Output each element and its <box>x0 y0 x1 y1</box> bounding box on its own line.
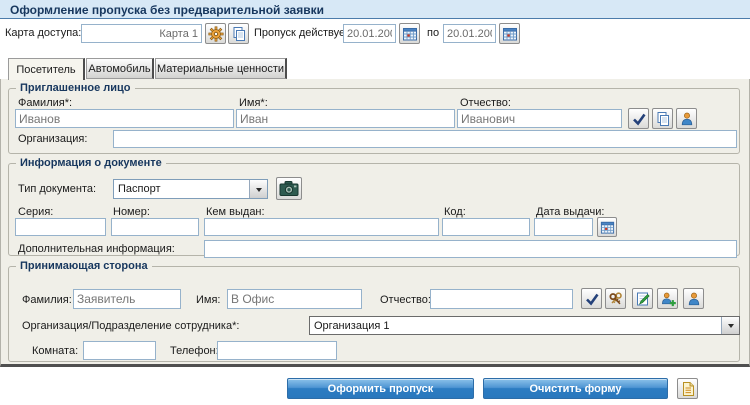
host-organization-select[interactable]: Организация 1 <box>309 316 740 335</box>
issue-pass-button[interactable]: Оформить пропуск <box>287 378 474 399</box>
doc-type-label: Тип документа: <box>18 183 96 196</box>
date-from-input[interactable] <box>343 24 396 43</box>
copy-icon <box>655 111 671 127</box>
host-lastname-input[interactable] <box>73 289 181 309</box>
date-from-calendar-button[interactable] <box>399 23 420 44</box>
code-input[interactable] <box>442 218 530 236</box>
issue-date-calendar-button[interactable] <box>597 217 617 237</box>
person-add-icon <box>660 291 676 307</box>
tab-material-values[interactable]: Материальные ценности <box>155 58 287 79</box>
phone-input[interactable] <box>217 341 337 360</box>
confirm-host-button[interactable] <box>581 288 602 309</box>
invited-person-legend: Приглашенное лицо <box>16 82 135 95</box>
calendar-icon <box>502 26 518 42</box>
card-access-label: Карта доступа: <box>5 27 81 40</box>
page-title: Оформление пропуска без предварительной … <box>10 3 324 17</box>
copy-icon <box>231 26 247 42</box>
host-organization-value: Организация 1 <box>314 320 390 332</box>
copy-card-button[interactable] <box>228 23 249 44</box>
check-icon <box>631 111 647 127</box>
page-header: Оформление пропуска без предварительной … <box>0 0 750 19</box>
clear-form-button[interactable]: Очистить форму <box>483 378 668 399</box>
add-person-button[interactable] <box>657 288 678 309</box>
tab-material-values-label: Материальные ценности <box>157 63 284 75</box>
calendar-icon <box>402 26 418 42</box>
room-input[interactable] <box>83 341 156 360</box>
access-keys-button[interactable] <box>605 288 626 309</box>
report-button[interactable] <box>677 378 698 399</box>
person-icon <box>686 291 702 307</box>
doc-type-select[interactable]: Паспорт <box>113 179 268 199</box>
photo-button[interactable] <box>276 177 302 200</box>
host-lastname-label: Фамилия: <box>22 294 72 307</box>
camera-icon <box>279 180 299 197</box>
host-party-legend: Принимающая сторона <box>16 260 152 273</box>
invited-organization-input[interactable] <box>113 130 737 148</box>
additional-info-label: Дополнительная информация: <box>18 243 175 256</box>
issue-date-input[interactable] <box>534 218 593 236</box>
document-info-legend: Информация о документе <box>16 157 166 170</box>
additional-info-input[interactable] <box>204 240 737 258</box>
edit-icon <box>635 291 651 307</box>
doc-type-value: Паспорт <box>118 183 161 195</box>
tab-vehicle-label: Автомобиль <box>88 63 150 75</box>
chevron-down-icon <box>721 317 739 334</box>
encode-card-button[interactable] <box>205 23 226 44</box>
issued-by-input[interactable] <box>204 218 439 236</box>
card-access-input[interactable] <box>81 24 202 43</box>
host-organization-label: Организация/Подразделение сотрудника*: <box>22 320 239 333</box>
tab-vehicle[interactable]: Автомобиль <box>86 58 154 79</box>
tab-visitor[interactable]: Посетитель <box>8 58 85 80</box>
gear-icon <box>208 26 224 42</box>
document-icon <box>681 381 695 397</box>
select-host-person-button[interactable] <box>683 288 704 309</box>
date-to-calendar-button[interactable] <box>499 23 520 44</box>
confirm-invited-person-button[interactable] <box>628 108 649 129</box>
check-icon <box>584 291 600 307</box>
invited-firstname-input[interactable] <box>236 109 455 128</box>
series-input[interactable] <box>15 218 106 236</box>
calendar-icon <box>600 220 615 235</box>
host-middlename-input[interactable] <box>430 289 573 309</box>
phone-label: Телефон: <box>170 345 219 358</box>
invited-organization-label: Организация: <box>18 133 87 146</box>
host-firstname-label: Имя: <box>196 294 220 307</box>
keys-icon <box>608 291 624 307</box>
copy-invited-person-button[interactable] <box>652 108 673 129</box>
pass-registration-window: Оформление пропуска без предварительной … <box>0 0 750 405</box>
date-to-input[interactable] <box>443 24 496 43</box>
room-label: Комната: <box>32 345 78 358</box>
valid-to-label: по <box>427 27 439 40</box>
tab-visitor-label: Посетитель <box>16 64 75 76</box>
invited-lastname-input[interactable] <box>15 109 234 128</box>
person-icon <box>679 111 695 127</box>
number-input[interactable] <box>111 218 199 236</box>
host-middlename-label: Отчество: <box>380 294 431 307</box>
chevron-down-icon <box>249 180 267 198</box>
select-person-button[interactable] <box>676 108 697 129</box>
invited-middlename-input[interactable] <box>457 109 622 128</box>
host-firstname-input[interactable] <box>227 289 362 309</box>
edit-host-button[interactable] <box>632 288 653 309</box>
